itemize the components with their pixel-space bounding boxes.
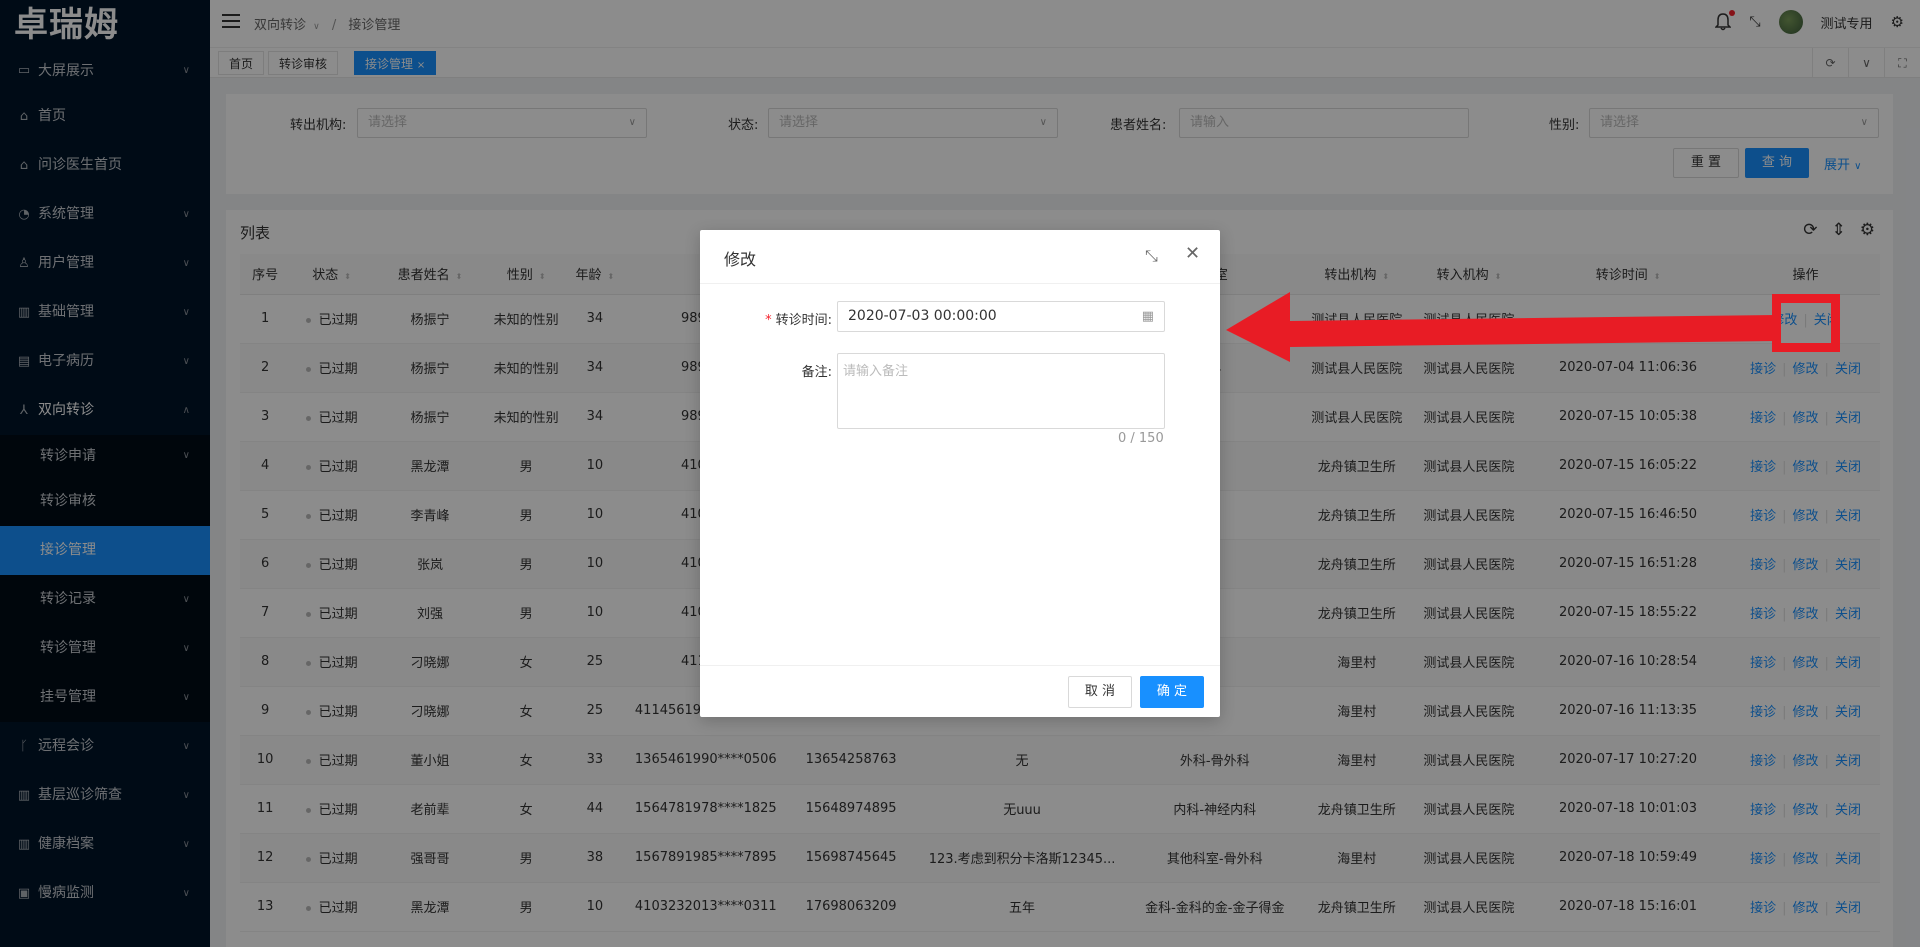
annotation-highlight-box <box>1772 294 1840 352</box>
annotation-arrow-icon <box>1226 292 1776 362</box>
annotation-arrow-shape <box>1226 292 1776 362</box>
